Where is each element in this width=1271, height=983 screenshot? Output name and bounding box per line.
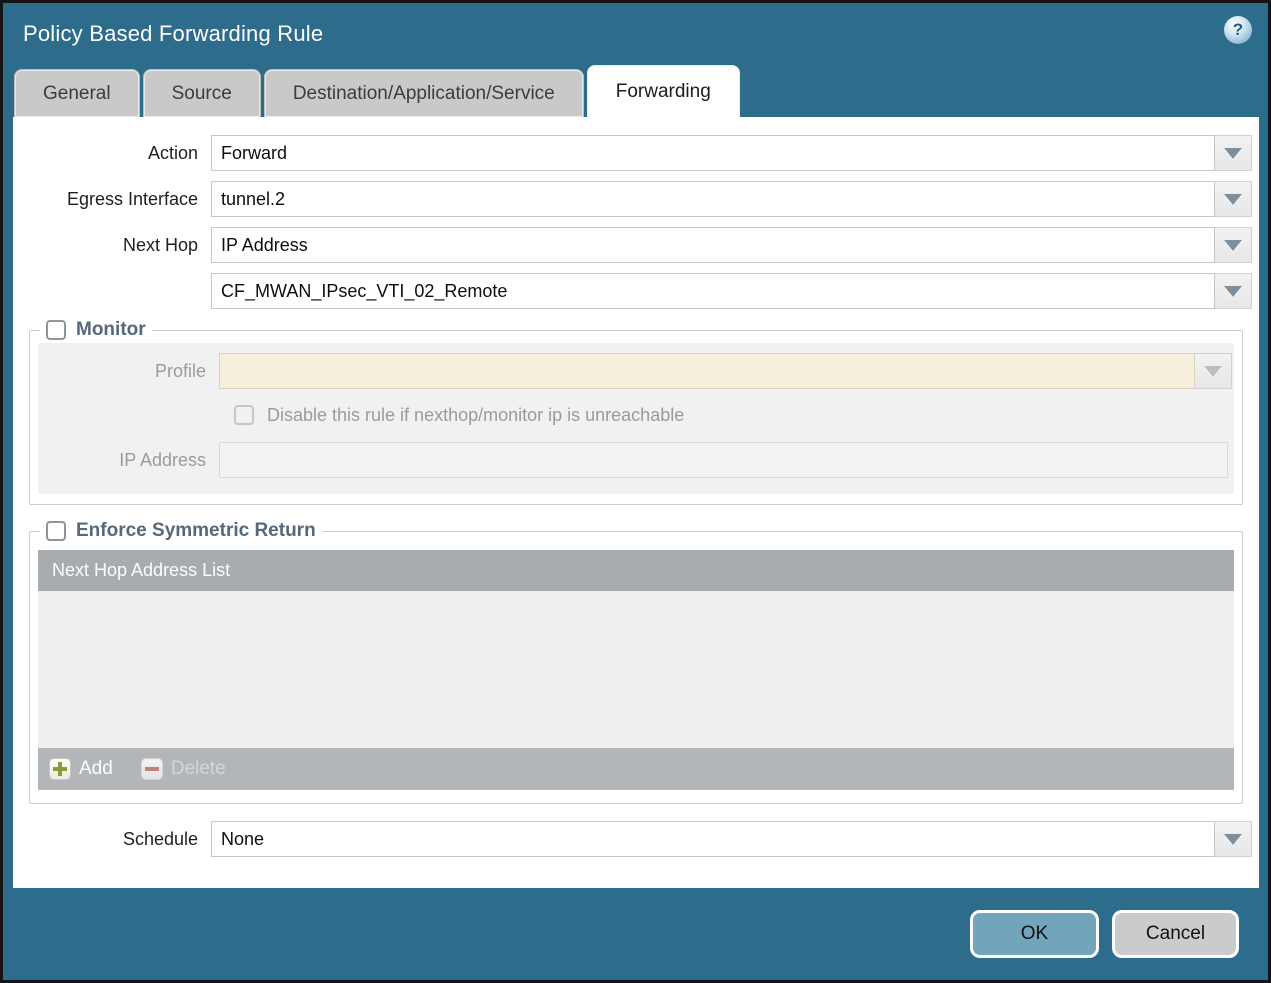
symmetric-return-checkbox[interactable] [46,521,66,541]
table-header: Next Hop Address List [38,550,1234,591]
disable-rule-row: Disable this rule if nexthop/monitor ip … [234,400,1234,430]
chevron-down-icon [1224,286,1242,297]
add-button-label: Add [79,758,113,780]
action-dropdown-button[interactable] [1215,135,1252,171]
tab-source[interactable]: Source [143,69,261,117]
profile-input [219,353,1195,389]
profile-row: Profile [38,353,1234,389]
next-hop-field [211,227,1252,263]
monitor-panel: Profile Disable this rule if nexthop/mon… [38,343,1234,494]
symmetric-return-legend-label: Enforce Symmetric Return [76,520,316,542]
next-hop-row: Next Hop [13,227,1259,263]
chevron-down-icon [1224,834,1242,845]
tab-general-label: General [43,83,111,105]
monitor-legend: Monitor [40,319,152,341]
help-glyph: ? [1233,20,1243,40]
monitor-ip-address-field [219,442,1232,478]
tab-general[interactable]: General [14,69,140,117]
table-header-label: Next Hop Address List [52,560,230,581]
monitor-ip-address-input [219,442,1228,478]
action-input[interactable] [211,135,1215,171]
symmetric-return-group: Enforce Symmetric Return Next Hop Addres… [29,520,1243,804]
egress-interface-dropdown-button[interactable] [1215,181,1252,217]
next-hop-address-row [13,273,1259,309]
monitor-ip-address-row: IP Address [38,442,1234,478]
chevron-down-icon [1204,366,1222,377]
profile-dropdown-button [1195,353,1232,389]
schedule-row: Schedule [13,821,1259,857]
next-hop-address-input[interactable] [211,273,1215,309]
next-hop-address-list-table: Next Hop Address List Add [38,550,1234,790]
action-label: Action [13,143,211,164]
tab-forwarding[interactable]: Forwarding [587,65,740,117]
egress-interface-row: Egress Interface [13,181,1259,217]
next-hop-address-field [211,273,1252,309]
dialog-footer: OK Cancel [3,888,1268,980]
action-field [211,135,1252,171]
tab-forwarding-label: Forwarding [616,81,711,103]
cancel-button[interactable]: Cancel [1112,910,1239,958]
chevron-down-icon [1224,194,1242,205]
next-hop-address-dropdown-button[interactable] [1215,273,1252,309]
forwarding-tab-panel: Action Egress Interface Next Hop [13,117,1259,888]
tab-destination-label: Destination/Application/Service [293,83,555,105]
cancel-button-label: Cancel [1146,923,1205,945]
delete-button: Delete [141,758,226,780]
pbf-rule-dialog: Policy Based Forwarding Rule ? General S… [0,0,1271,983]
monitor-legend-label: Monitor [76,319,146,341]
monitor-group: Monitor Profile Disable this rule if nex… [29,319,1243,505]
dialog-titlebar: Policy Based Forwarding Rule ? [3,3,1268,65]
minus-icon [141,758,163,780]
next-hop-label: Next Hop [13,235,211,256]
plus-icon [49,758,71,780]
next-hop-type-input[interactable] [211,227,1215,263]
chevron-down-icon [1224,240,1242,251]
monitor-ip-address-label: IP Address [38,450,219,471]
profile-field [219,353,1232,389]
disable-rule-checkbox [234,405,254,425]
egress-interface-label: Egress Interface [13,189,211,210]
profile-label: Profile [38,361,219,382]
ok-button-label: OK [1021,923,1048,945]
next-hop-dropdown-button[interactable] [1215,227,1252,263]
table-body [38,591,1234,748]
schedule-label: Schedule [13,829,211,850]
schedule-field [211,821,1252,857]
action-row: Action [13,135,1259,171]
schedule-input[interactable] [211,821,1215,857]
add-button[interactable]: Add [49,758,113,780]
ok-button[interactable]: OK [970,910,1099,958]
tab-destination-application-service[interactable]: Destination/Application/Service [264,69,584,117]
table-footer: Add Delete [38,748,1234,790]
symmetric-return-legend: Enforce Symmetric Return [40,520,322,542]
egress-interface-input[interactable] [211,181,1215,217]
egress-interface-field [211,181,1252,217]
schedule-dropdown-button[interactable] [1215,821,1252,857]
disable-rule-label: Disable this rule if nexthop/monitor ip … [267,405,684,426]
help-icon[interactable]: ? [1224,16,1252,44]
tab-source-label: Source [172,83,232,105]
delete-button-label: Delete [171,758,226,780]
dialog-title: Policy Based Forwarding Rule [23,21,323,47]
chevron-down-icon [1224,148,1242,159]
monitor-checkbox[interactable] [46,320,66,340]
tab-bar: General Source Destination/Application/S… [3,65,1268,117]
